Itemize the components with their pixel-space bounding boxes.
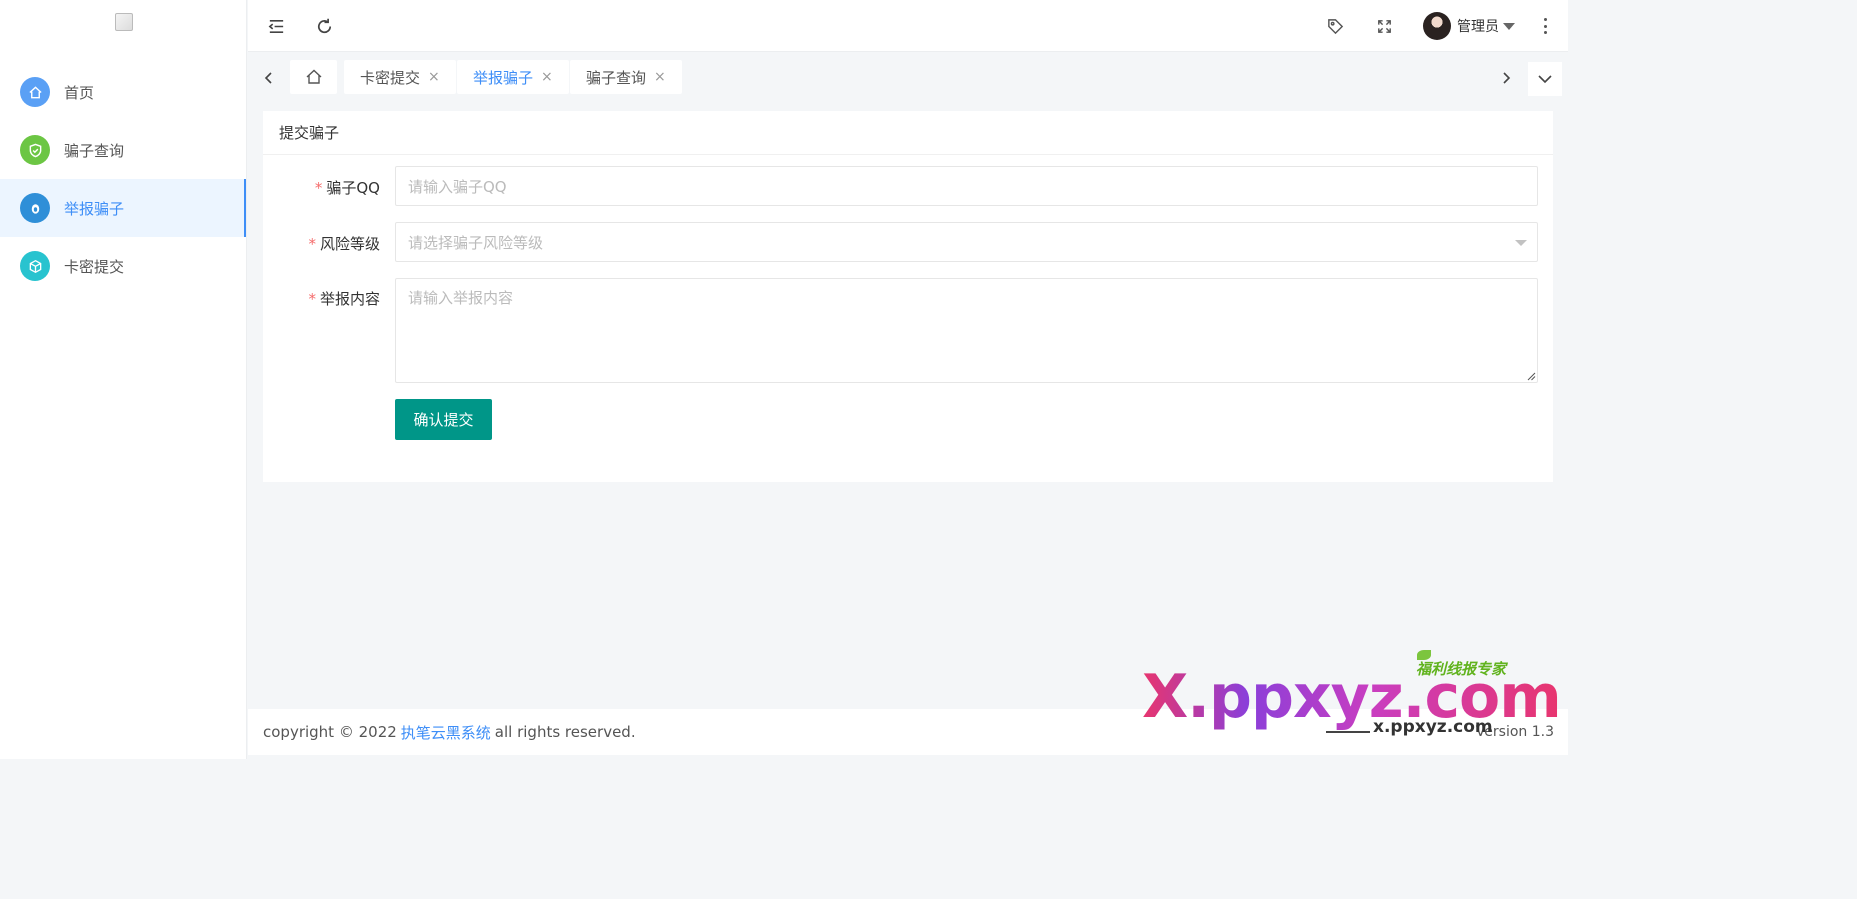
field-label-text: 骗子QQ (326, 179, 380, 197)
system-link[interactable]: 执笔云黑系统 (401, 722, 491, 743)
sidebar-item-label: 骗子查询 (64, 141, 125, 160)
user-menu[interactable]: 管理员 (1423, 11, 1515, 41)
risk-level-select[interactable]: 请选择骗子风险等级 (395, 222, 1538, 262)
footer: copyright © 2022 执笔云黑系统 all rights reser… (248, 709, 1568, 755)
sidebar-item-query[interactable]: 骗子查询 (0, 121, 246, 179)
sidebar-item-card-submit[interactable]: 卡密提交 (0, 237, 246, 295)
close-icon[interactable]: × (428, 69, 440, 85)
field-label-text: 举报内容 (319, 290, 380, 308)
placeholder: 请选择骗子风险等级 (408, 233, 544, 252)
version-text: Version 1.3 (1475, 724, 1554, 740)
logo-area (0, 0, 246, 50)
caret-down-icon (1515, 240, 1527, 246)
chevron-down-icon (1538, 75, 1552, 84)
field-label: * 骗子QQ (315, 177, 380, 198)
tag-icon[interactable] (1323, 14, 1347, 38)
report-icon (20, 193, 50, 223)
more-vertical-icon[interactable] (1540, 15, 1550, 37)
leaf-icon (1417, 650, 1431, 660)
tab-card-submit[interactable]: 卡密提交 × (344, 60, 456, 94)
sidebar-item-label: 举报骗子 (64, 199, 125, 218)
tab-report[interactable]: 举报骗子 × (457, 60, 569, 94)
sidebar-item-label: 卡密提交 (64, 257, 125, 276)
collapse-menu-icon[interactable] (264, 14, 288, 38)
avatar (1423, 12, 1451, 40)
watermark-tagline: 福利线报专家 (1416, 660, 1507, 678)
close-icon[interactable]: × (654, 69, 666, 85)
required-mark: * (314, 179, 323, 197)
sidebar-menu: 首页 骗子查询 举报骗子 卡密提交 (0, 63, 246, 295)
top-header: 管理员 (248, 0, 1568, 52)
tabs-bar: 卡密提交 × 举报骗子 × 骗子查询 × (248, 52, 1568, 102)
cube-icon (20, 251, 50, 281)
home-icon (306, 69, 321, 84)
tab-dropdown-button[interactable] (1528, 62, 1562, 96)
tab-scroll-left-icon[interactable] (256, 65, 282, 91)
submit-button[interactable]: 确认提交 (395, 399, 492, 440)
tab-query[interactable]: 骗子查询 × (570, 60, 682, 94)
logo-image[interactable] (115, 13, 133, 31)
tab-scroll-right-icon[interactable] (1493, 65, 1519, 91)
rights-text: all rights reserved. (494, 723, 636, 741)
tab-label: 举报骗子 (473, 68, 534, 87)
sidebar-item-label: 首页 (64, 83, 95, 102)
sidebar-item-report[interactable]: 举报骗子 (0, 179, 246, 237)
close-icon[interactable]: × (541, 69, 553, 85)
required-mark: * (308, 290, 316, 308)
refresh-icon[interactable] (312, 14, 336, 38)
field-label-text: 风险等级 (319, 235, 380, 253)
caret-down-icon (1503, 22, 1515, 30)
tab-home[interactable] (290, 60, 337, 94)
sidebar-item-home[interactable]: 首页 (0, 63, 246, 121)
shield-check-icon (20, 135, 50, 165)
placeholder: 请输入骗子QQ (408, 177, 507, 196)
field-label: * 举报内容 (308, 288, 380, 309)
sidebar: 首页 骗子查询 举报骗子 卡密提交 (0, 0, 247, 759)
tab-label: 卡密提交 (360, 68, 421, 87)
fullscreen-icon[interactable] (1372, 14, 1396, 38)
user-name: 管理员 (1457, 19, 1499, 35)
resize-handle-icon[interactable] (1526, 371, 1536, 381)
report-content-textarea[interactable]: 请输入举报内容 (395, 278, 1538, 383)
report-form-card: 提交骗子 * 骗子QQ 请输入骗子QQ * 风险等级 请选择骗子风险等级 * 举报内容… (263, 111, 1553, 482)
placeholder: 请输入举报内容 (408, 289, 514, 307)
scammer-qq-input[interactable]: 请输入骗子QQ (395, 166, 1538, 206)
field-label: * 风险等级 (308, 233, 380, 254)
copyright-text: copyright © 2022 (263, 723, 397, 741)
card-title: 提交骗子 (263, 111, 1553, 155)
required-mark: * (308, 235, 316, 253)
tab-label: 骗子查询 (586, 68, 647, 87)
home-icon (20, 77, 50, 107)
